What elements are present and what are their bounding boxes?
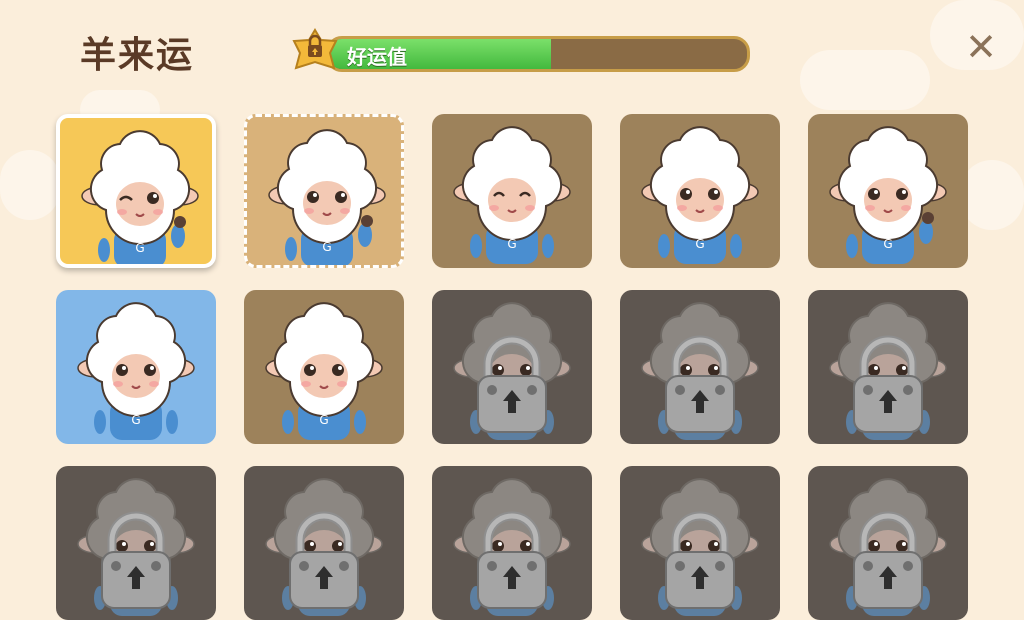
sheep-card[interactable]: G [56, 114, 216, 268]
lock-icon: G [453, 478, 571, 616]
sheep-card[interactable]: G [620, 114, 780, 268]
locked-sheep-card[interactable]: G [244, 466, 404, 620]
lock-icon: G [453, 302, 571, 440]
sheep-card[interactable]: G [432, 114, 592, 268]
sheep-avatar-icon: G [77, 302, 195, 440]
lucky-label: 好运值 [347, 45, 407, 69]
sheep-avatar-icon: G [829, 126, 947, 264]
sheep-card[interactable]: G [56, 290, 216, 444]
locked-sheep-card[interactable]: G [808, 466, 968, 620]
cloud-decoration [960, 160, 1024, 230]
sheep-avatar-icon: G [265, 302, 383, 440]
lock-icon: G [641, 302, 759, 440]
sheep-avatar-icon: G [268, 129, 386, 265]
lock-icon: G [77, 478, 195, 616]
lock-icon: G [829, 478, 947, 616]
svg-text:G: G [695, 237, 704, 251]
svg-text:G: G [319, 413, 328, 427]
svg-text:G: G [131, 413, 140, 427]
sheep-avatar-icon: G [81, 130, 199, 264]
lucky-progress-bar: 好运值 [326, 36, 750, 72]
svg-text:G: G [322, 240, 331, 254]
page-title: 羊来运 [80, 35, 195, 76]
locked-sheep-card[interactable]: G [620, 290, 780, 444]
lock-icon: G [265, 478, 383, 616]
locked-sheep-card[interactable]: G [432, 290, 592, 444]
sheep-avatar-icon: G [453, 126, 571, 264]
close-icon[interactable]: ✕ [962, 28, 1000, 66]
svg-text:G: G [135, 241, 144, 255]
locked-sheep-card[interactable]: G [56, 466, 216, 620]
svg-text:G: G [883, 237, 892, 251]
lucky-meter: 好运值 [290, 28, 750, 74]
sheep-card[interactable]: G [244, 114, 404, 268]
locked-sheep-card[interactable]: G [432, 466, 592, 620]
locked-sheep-card[interactable]: G [620, 466, 780, 620]
svg-text:G: G [507, 237, 516, 251]
sheep-avatar-icon: G [641, 126, 759, 264]
cloud-decoration [800, 50, 930, 110]
lock-icon: G [641, 478, 759, 616]
lock-star-badge-icon [290, 28, 340, 74]
cloud-decoration [0, 150, 60, 220]
sheep-card[interactable]: G [244, 290, 404, 444]
locked-sheep-card[interactable]: G [808, 290, 968, 444]
lock-icon: G [829, 302, 947, 440]
sheep-card[interactable]: G [808, 114, 968, 268]
